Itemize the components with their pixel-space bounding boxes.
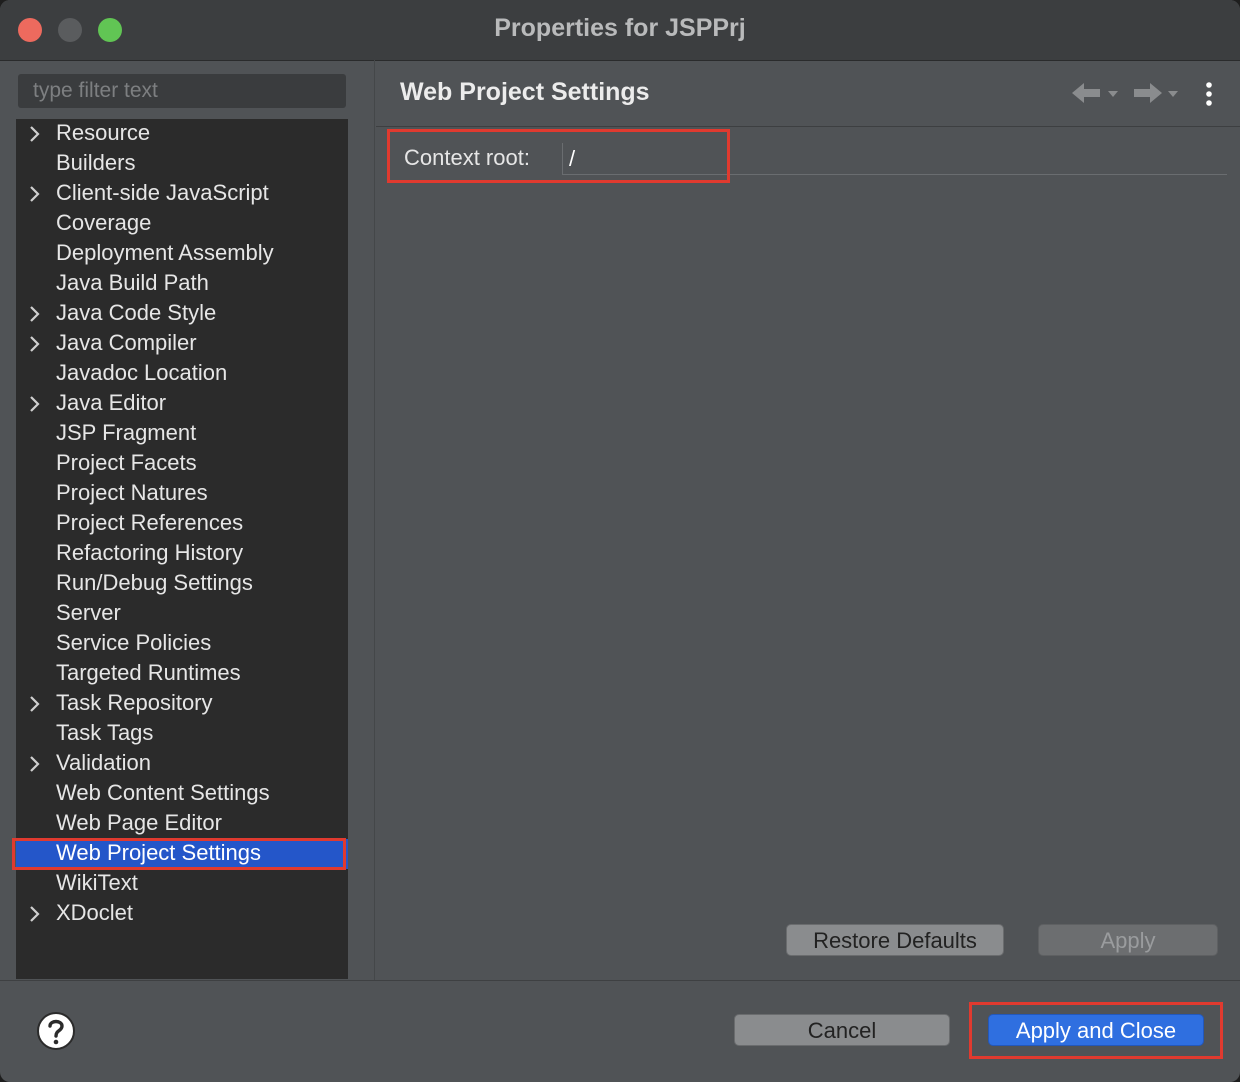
tree-item-label: Java Build Path <box>56 270 209 295</box>
chevron-right-icon[interactable] <box>24 694 44 714</box>
tree-item-label: Task Tags <box>56 720 154 745</box>
back-button[interactable] <box>1070 80 1120 108</box>
footer-separator <box>0 980 1240 981</box>
tree-item[interactable]: Project Facets <box>16 449 348 479</box>
tree-item[interactable]: Project References <box>16 509 348 539</box>
tree-item[interactable]: Web Content Settings <box>16 779 348 809</box>
tree-item[interactable]: Validation <box>16 749 348 779</box>
panel-divider <box>374 60 375 980</box>
property-tree: Resource Builders Client-side JavaScript Co… <box>16 119 348 979</box>
chevron-right-icon[interactable] <box>24 754 44 774</box>
tree-item[interactable]: Refactoring History <box>16 539 348 569</box>
header-separator <box>376 126 1240 127</box>
tree-item-label: Javadoc Location <box>56 360 228 385</box>
page-title: Web Project Settings <box>400 78 650 106</box>
tree-item[interactable]: Targeted Runtimes <box>16 659 348 689</box>
tree-item-label: Validation <box>56 750 151 775</box>
tree-item[interactable]: Task Repository <box>16 689 348 719</box>
help-icon <box>37 1012 75 1050</box>
tree-item[interactable]: Builders <box>16 149 348 179</box>
tree-item-label: XDoclet <box>56 900 134 925</box>
kebab-menu-icon <box>1206 82 1212 106</box>
cancel-button[interactable]: Cancel <box>734 1014 950 1046</box>
tree-item[interactable]: Run/Debug Settings <box>16 569 348 599</box>
filter-input[interactable] <box>18 74 346 108</box>
tree-item-label: Java Compiler <box>56 330 197 355</box>
tree-item-label: Coverage <box>56 210 152 235</box>
tree-item-label: Task Repository <box>56 690 213 715</box>
tree-item-label: Project Natures <box>56 480 208 505</box>
properties-dialog: Properties for JSPPrj Resource Builders Cl… <box>0 0 1240 1082</box>
window-title: Properties for JSPPrj <box>494 14 746 42</box>
tree-item[interactable]: Client-side JavaScript <box>16 179 348 209</box>
tree-item[interactable]: Coverage <box>16 209 348 239</box>
chevron-right-icon[interactable] <box>24 304 44 324</box>
chevron-right-icon[interactable] <box>24 904 44 924</box>
tree-item[interactable]: JSP Fragment <box>16 419 348 449</box>
tree-item[interactable]: Task Tags <box>16 719 348 749</box>
tree-item-label: Server <box>56 600 121 625</box>
tree-item[interactable]: Service Policies <box>16 629 348 659</box>
forward-arrow-icon <box>1134 83 1178 103</box>
tree-item[interactable]: Deployment Assembly <box>16 239 348 269</box>
tree-item-label: Java Code Style <box>56 300 217 325</box>
tree-item[interactable]: Java Editor <box>16 389 348 419</box>
tree-item-label: Client-side JavaScript <box>56 180 269 205</box>
chevron-right-icon[interactable] <box>24 124 44 144</box>
help-button[interactable] <box>36 1011 76 1051</box>
tree-item[interactable]: Resource <box>16 119 348 149</box>
context-root-label: Context root: <box>404 145 530 170</box>
title-bar: Properties for JSPPrj <box>0 0 1240 61</box>
tree-item[interactable]: WikiText <box>16 869 348 899</box>
tree-item[interactable]: Java Build Path <box>16 269 348 299</box>
tree-item[interactable]: Java Code Style <box>16 299 348 329</box>
tree-item-label: JSP Fragment <box>56 420 197 445</box>
apply-button[interactable]: Apply <box>1038 924 1218 956</box>
tree-item[interactable]: Javadoc Location <box>16 359 348 389</box>
tree-item-label: Service Policies <box>56 630 212 655</box>
tree-item[interactable]: Java Compiler <box>16 329 348 359</box>
chevron-right-icon[interactable] <box>24 334 44 354</box>
restore-defaults-button[interactable]: Restore Defaults <box>786 924 1004 956</box>
tree-item-label: Web Page Editor <box>56 810 222 835</box>
view-menu-button[interactable] <box>1200 80 1218 110</box>
tree-item[interactable]: Web Project Settings <box>16 839 348 869</box>
tree-item-label: Builders <box>56 150 136 175</box>
tree-item-label: Web Project Settings <box>56 840 262 865</box>
tree-item-label: Refactoring History <box>56 540 244 565</box>
forward-button[interactable] <box>1130 80 1180 108</box>
tree-item-label: Deployment Assembly <box>56 240 274 265</box>
chevron-right-icon[interactable] <box>24 184 44 204</box>
tree-item-label: Run/Debug Settings <box>56 570 253 595</box>
tree-item-label: WikiText <box>56 870 138 895</box>
back-arrow-icon <box>1072 83 1118 103</box>
tree-item-label: Resource <box>56 120 151 145</box>
tree-item-label: Java Editor <box>56 390 167 415</box>
tree-item-label: Project References <box>56 510 244 535</box>
tree-item-label: Project Facets <box>56 450 197 475</box>
tree-item[interactable]: Web Page Editor <box>16 809 348 839</box>
tree-item-label: Web Content Settings <box>56 780 270 805</box>
chevron-right-icon[interactable] <box>24 394 44 414</box>
tree-item[interactable]: Server <box>16 599 348 629</box>
context-root-input[interactable] <box>562 143 1227 175</box>
tree-item[interactable]: Project Natures <box>16 479 348 509</box>
tree-item[interactable]: XDoclet <box>16 899 348 929</box>
tree-item-label: Targeted Runtimes <box>56 660 241 685</box>
apply-and-close-button[interactable]: Apply and Close <box>988 1014 1204 1046</box>
